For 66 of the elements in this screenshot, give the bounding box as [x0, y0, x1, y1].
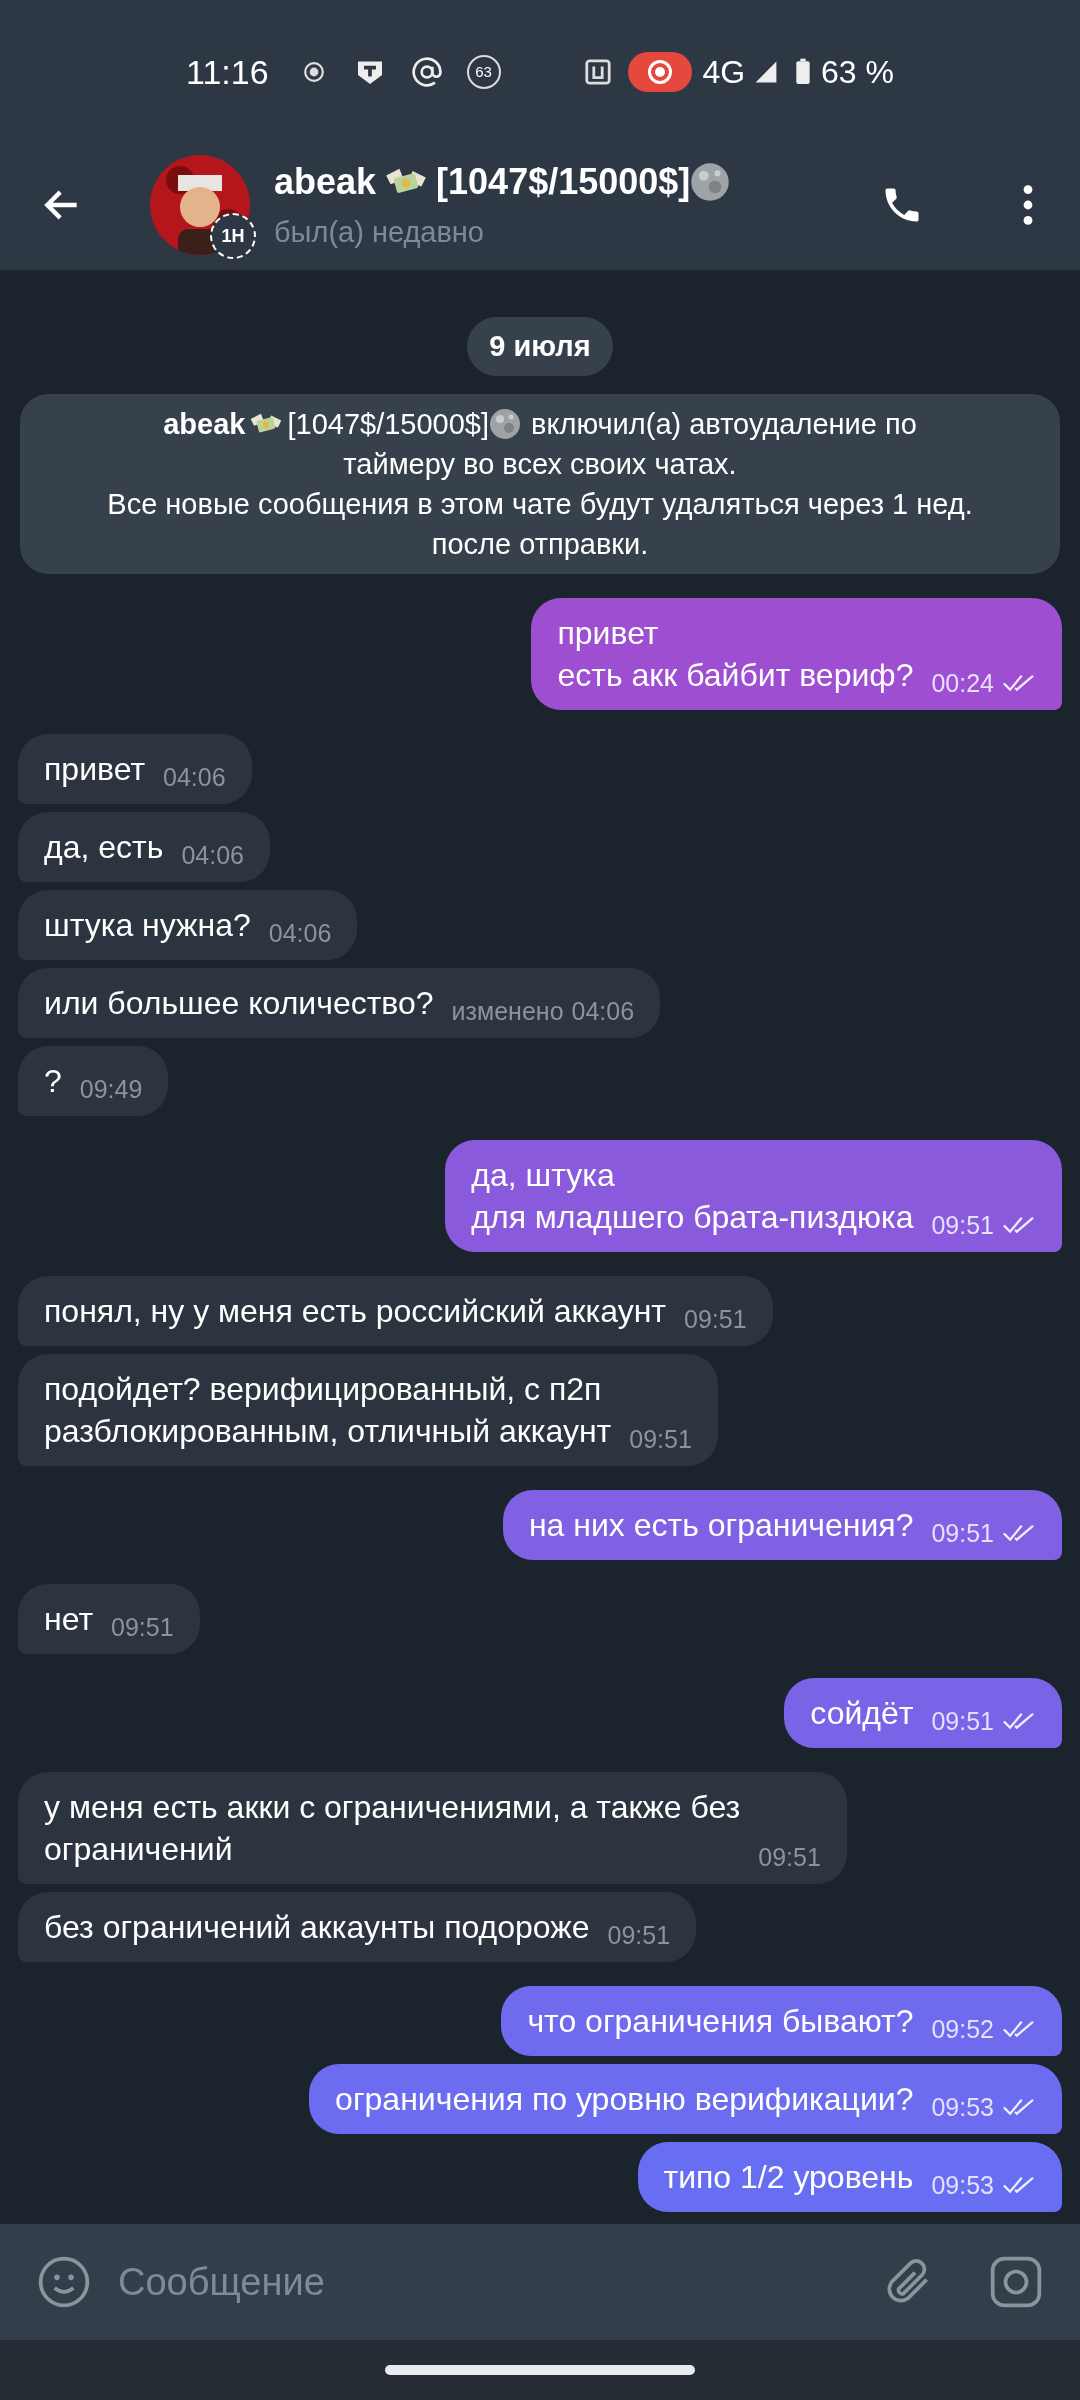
message-text: привет — [44, 750, 146, 789]
message-text: что ограничения бывают? — [527, 2002, 914, 2041]
message-time: 09:51 — [684, 1303, 747, 1335]
message-time: 09:49 — [79, 1073, 143, 1105]
sender-counter: [1047$/15000$] — [287, 407, 490, 442]
message-time: 04:06 — [571, 995, 635, 1027]
nfc-icon — [584, 58, 613, 86]
message-text: нет — [44, 1600, 94, 1639]
message-text: или большее количество? — [44, 984, 434, 1023]
message-input[interactable]: Сообщение — [118, 2253, 880, 2311]
message-text: да, штука — [471, 1156, 616, 1195]
moon-icon — [489, 408, 522, 440]
message-composer[interactable]: Сообщение — [0, 2224, 1080, 2340]
contact-counter: [1047$/15000$] — [436, 160, 691, 205]
moon-icon — [690, 162, 731, 203]
contact-name: abeak — [274, 160, 377, 205]
message-text: ? — [44, 1062, 62, 1101]
date-chip: 9 июля — [467, 316, 613, 376]
message-time: 09:51 — [931, 1209, 994, 1241]
message-text: да, есть — [44, 828, 164, 867]
message-text: без ограничений аккаунты подороже — [44, 1908, 590, 1947]
more-icon[interactable] — [1022, 183, 1034, 227]
avatar-badge: 1Н — [210, 213, 256, 259]
message-time: 09:51 — [629, 1423, 692, 1455]
message-text: сойдёт — [810, 1694, 914, 1733]
service-text: таймеру во всех своих чатах. — [343, 447, 737, 482]
message-text: разблокированным, отличный аккаунт — [44, 1412, 612, 1451]
service-note: после отправки. — [431, 527, 649, 562]
message-time: 09:53 — [931, 2091, 994, 2123]
message-text: понял, ну у меня есть российский аккаунт — [44, 1292, 666, 1331]
message-text: штука нужна? — [44, 906, 251, 945]
at-sign-icon — [410, 56, 443, 88]
message-time: 00:24 — [931, 667, 994, 699]
message-time: 09:53 — [931, 2169, 994, 2201]
battery-level: 63 % — [821, 53, 894, 92]
message-text: ограничения по уровню верификации? — [335, 2080, 914, 2119]
camera-icon[interactable] — [988, 2254, 1044, 2310]
message-text: ограничений — [44, 1830, 234, 1869]
message-time: 09:51 — [758, 1841, 821, 1873]
sender-name: abeak — [163, 407, 246, 442]
record-icon — [302, 61, 325, 83]
clock: 11:16 — [186, 51, 269, 93]
message-text: на них есть ограничения? — [528, 1506, 914, 1545]
service-text: включил(а) автоудаление по — [531, 407, 917, 442]
edited-label: изменено — [451, 995, 564, 1027]
message-text: подойдет? верифицированный, с п2п — [44, 1370, 603, 1409]
message-time: 09:51 — [607, 1919, 671, 1951]
message-text: для младшего брата-пиздюка — [471, 1198, 914, 1237]
last-seen: был(а) недавно — [274, 215, 485, 251]
battery-icon — [795, 58, 812, 86]
message-time: 09:51 — [931, 1705, 994, 1737]
message-time: 04:06 — [181, 839, 244, 871]
emoji-icon[interactable] — [36, 2254, 92, 2310]
message-time: 09:51 — [111, 1611, 174, 1643]
network-type: 4G — [702, 53, 746, 92]
message-text: типо 1/2 уровень — [663, 2158, 914, 2197]
service-note: Все новые сообщения в этом чате будут удаляться через 1 нед. — [107, 487, 973, 522]
message-text: у меня есть акки с ограничениями, а также без — [44, 1788, 741, 1827]
message-time: 09:52 — [931, 2013, 994, 2045]
message-time: 09:51 — [931, 1517, 994, 1549]
message-time: 04:06 — [268, 917, 332, 949]
message-text: есть акк байбит вериф? — [557, 656, 914, 695]
notification-count: 63 — [466, 55, 501, 89]
screen-record-icon — [628, 52, 693, 92]
message-time: 04:06 — [163, 761, 226, 793]
message-text: привет — [557, 614, 660, 653]
